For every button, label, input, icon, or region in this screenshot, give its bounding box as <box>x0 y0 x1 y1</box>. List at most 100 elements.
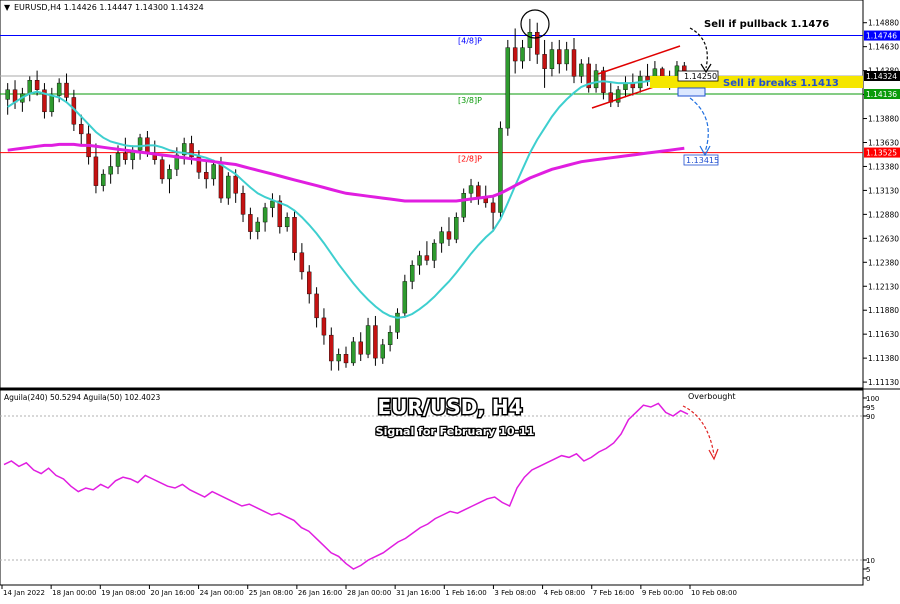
price-tick-label: 1.12130 <box>868 282 899 291</box>
bear-candle <box>645 76 650 81</box>
bear-candle <box>299 252 305 273</box>
bull-candle <box>5 89 10 100</box>
time-tick-label: 24 Jan 00:00 <box>200 589 244 597</box>
bear-candle <box>218 164 224 199</box>
time-tick-label: 31 Jan 16:00 <box>396 589 440 597</box>
bull-candle <box>615 89 621 103</box>
bear-candle <box>292 217 297 253</box>
indicator-tick-label: 10 <box>866 557 875 565</box>
header-arrow-icon: ▼ <box>4 3 11 12</box>
bear-candle <box>329 334 334 362</box>
bear-candle <box>248 214 253 232</box>
bull-candle <box>417 255 422 266</box>
bear-candle <box>358 341 363 355</box>
bear-candle <box>64 82 69 98</box>
indicator-tick-label: 0 <box>866 575 870 583</box>
bear-candle <box>321 317 327 336</box>
time-tick-label: 25 Jan 08:00 <box>249 589 293 597</box>
bull-candle <box>505 47 511 129</box>
bull-candle <box>564 49 569 65</box>
bull-candle <box>468 185 474 194</box>
bull-candle <box>461 193 466 218</box>
bull-candle <box>226 175 231 199</box>
bear-candle <box>446 231 452 240</box>
bull-candle <box>593 70 599 89</box>
bull-candle <box>56 82 62 96</box>
bull-candle <box>167 169 172 180</box>
bull-candle <box>270 200 275 208</box>
entry-box <box>677 87 706 97</box>
indicator-pane <box>0 389 864 586</box>
bull-candle <box>108 166 113 175</box>
bull-candle <box>520 47 525 62</box>
indicator-tick-label: 95 <box>866 404 875 412</box>
time-tick-label: 14 Jan 2022 <box>3 589 45 597</box>
price-tick-label: 1.13880 <box>868 115 899 124</box>
price-tick-label: 1.12380 <box>868 258 899 267</box>
bull-candle <box>27 80 32 94</box>
bear-candle <box>159 159 165 180</box>
price-tag-label: 1.14746 <box>866 32 897 41</box>
bull-candle <box>579 63 584 77</box>
bull-candle <box>454 217 459 240</box>
price-pane <box>0 0 864 389</box>
bull-candle <box>211 164 216 180</box>
sell-pullback-label: Sell if pullback 1.1476 <box>704 19 829 30</box>
bear-candle <box>542 54 547 69</box>
bear-candle <box>571 49 577 77</box>
time-tick-label: 9 Feb 00:00 <box>642 589 683 597</box>
price-tag-label: 1.14136 <box>866 90 897 99</box>
bull-candle <box>284 217 290 228</box>
level-48-label: [4/8]P <box>458 37 482 46</box>
bull-candle <box>380 344 385 359</box>
time-axis: 14 Jan 2022 18 Jan 00:00 19 Jan 08:00 20 Ja… <box>1 585 737 597</box>
time-tick-label: 19 Jan 08:00 <box>101 589 145 597</box>
target-box-1-label: 1.14250 <box>684 72 717 81</box>
price-tick-label: 1.14880 <box>868 19 899 28</box>
time-tick-label: 1 Feb 16:00 <box>445 589 486 597</box>
time-tick-label: 26 Jan 16:00 <box>298 589 342 597</box>
bull-candle <box>402 281 408 314</box>
price-tick-label: 1.11130 <box>868 378 899 387</box>
time-tick-label: 18 Jan 00:00 <box>52 589 96 597</box>
bull-candle <box>395 312 400 333</box>
chart-title: EUR/USD, H4 <box>377 395 522 419</box>
indicator-tick-label: 100 <box>866 395 879 403</box>
price-tick-label: 1.13630 <box>868 139 899 148</box>
price-tick-label: 1.11380 <box>868 354 899 363</box>
bear-candle <box>123 152 128 160</box>
bear-candle <box>557 49 562 65</box>
bear-candle <box>535 32 540 55</box>
bear-candle <box>233 175 238 194</box>
target-box-2-label: 1.13415 <box>686 156 719 165</box>
sell-break-label: Sell if breaks 1.1413 <box>723 78 839 89</box>
bear-candle <box>307 271 312 295</box>
time-tick-label: 28 Jan 00:00 <box>347 589 391 597</box>
bear-candle <box>277 200 283 228</box>
indicator-tick-label: 5 <box>866 566 870 574</box>
bear-candle <box>476 185 481 199</box>
indicator-legend: Aguila(240) 50.5294 Aguila(50) 102.4023 <box>4 393 161 402</box>
bear-candle <box>34 80 40 90</box>
bear-candle <box>490 202 496 213</box>
bull-candle <box>255 221 260 232</box>
level-28-label: [2/8]P <box>458 155 482 164</box>
bull-candle <box>262 207 268 223</box>
bear-candle <box>204 172 209 180</box>
time-tick-label: 10 Feb 08:00 <box>691 589 737 597</box>
bull-candle <box>101 173 106 186</box>
bull-candle <box>527 32 533 48</box>
bull-candle <box>432 242 437 261</box>
price-tick-label: 1.12880 <box>868 210 899 219</box>
price-tick-label: 1.14630 <box>868 43 899 52</box>
time-tick-label: 7 Feb 16:00 <box>593 589 634 597</box>
bear-candle <box>240 193 246 215</box>
bull-candle <box>549 49 555 69</box>
bear-candle <box>512 47 518 62</box>
indicator-tick-label: 90 <box>866 413 875 421</box>
chart-svg: 1.148801.146301.143801.141301.138801.136… <box>0 0 900 597</box>
bull-candle <box>387 332 393 345</box>
symbol-header: EURUSD,H4 1.14426 1.14447 1.14300 1.1432… <box>14 3 204 12</box>
bear-candle <box>314 293 319 319</box>
overbought-label: Overbought <box>688 392 736 401</box>
